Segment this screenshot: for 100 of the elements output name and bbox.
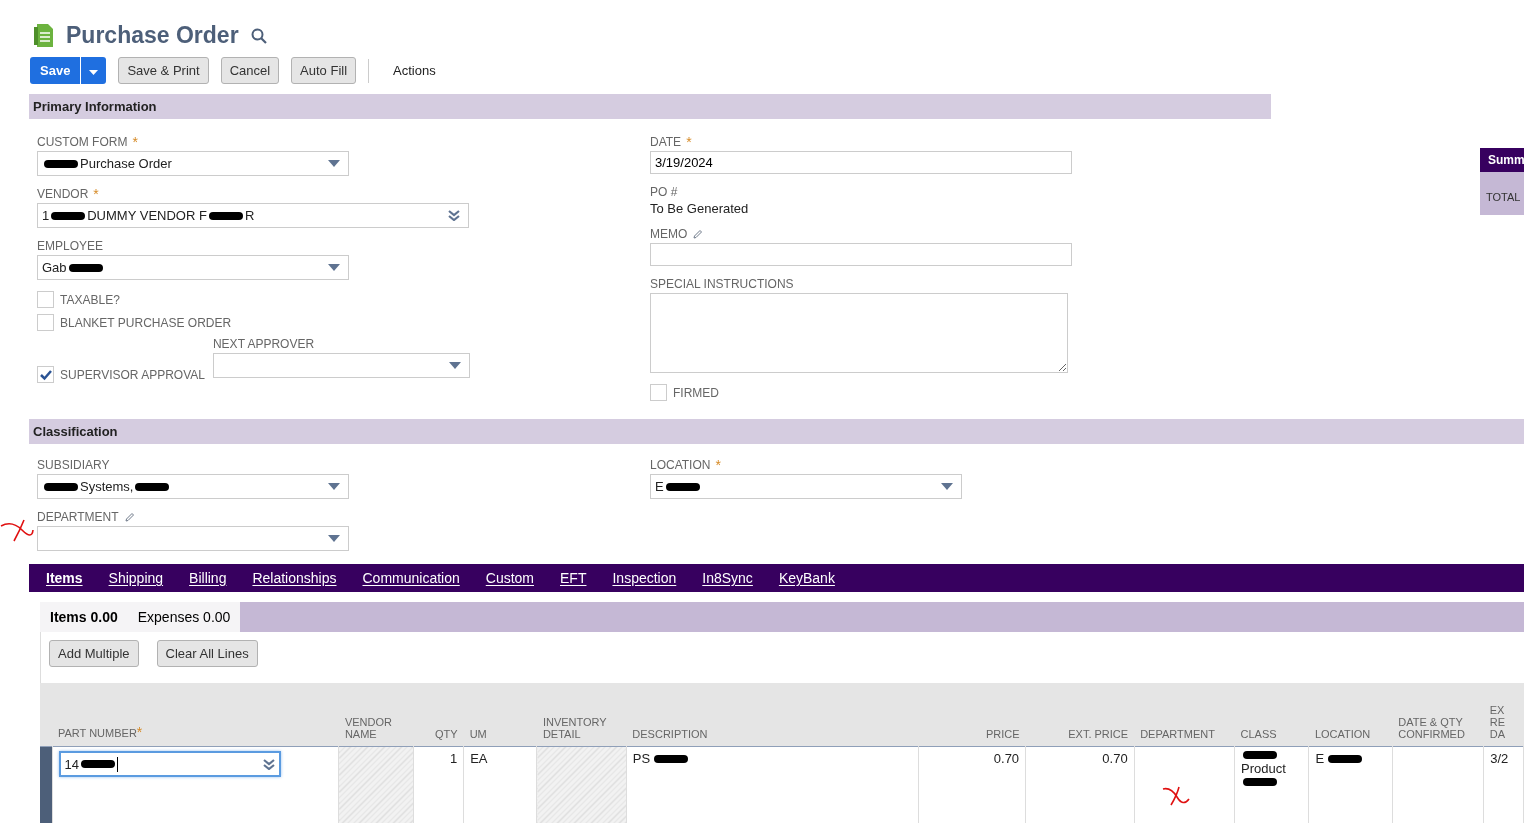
annotation-mark: [0, 518, 34, 542]
field-label: CUSTOM FORM: [37, 135, 128, 149]
field-value: Product: [1241, 761, 1286, 776]
checkbox[interactable]: [650, 384, 667, 401]
required-mark: *: [715, 457, 721, 473]
checkbox-label: FIRMED: [673, 385, 719, 400]
tab[interactable]: KeyBank: [765, 564, 848, 592]
dropdown-caret-icon: [328, 535, 340, 542]
column-header: PRICE: [986, 728, 1020, 740]
text-field[interactable]: 3/19/2024: [650, 151, 1072, 174]
tab[interactable]: Communication: [349, 564, 473, 592]
redaction-mark: [208, 211, 243, 220]
redaction-mark: [665, 482, 700, 491]
field-value: 0.70: [1102, 751, 1128, 766]
field-value: Gab: [42, 260, 67, 275]
field-value: 1: [449, 751, 458, 766]
document-icon: [34, 23, 54, 48]
checkbox-label: TAXABLE?: [60, 292, 120, 307]
tab[interactable]: Shipping: [95, 564, 177, 592]
section-header: Primary Information: [29, 94, 1271, 119]
column-header: INVENTORY DETAIL: [542, 716, 607, 740]
line-button[interactable]: Clear All Lines: [156, 640, 258, 667]
tab[interactable]: Relationships: [239, 564, 350, 592]
redaction-mark: [135, 482, 170, 491]
redaction-mark: [44, 482, 78, 491]
required-mark: *: [686, 134, 692, 150]
redaction-mark: [1243, 751, 1278, 759]
dropdown-field[interactable]: E: [650, 474, 962, 499]
field-label: NEXT APPROVER: [212, 337, 315, 351]
dropdown-field[interactable]: [212, 353, 470, 378]
field-value: To Be Generated: [650, 201, 749, 216]
dropdown-field[interactable]: [37, 526, 349, 551]
redaction-mark: [654, 754, 689, 763]
section-header: Classification: [29, 419, 1524, 444]
column-header: CLASS: [1240, 728, 1277, 740]
field-value: R: [244, 208, 255, 223]
dropdown-field[interactable]: Purchase Order: [37, 151, 349, 176]
toolbar-button[interactable]: Auto Fill: [291, 57, 357, 84]
dropdown-field[interactable]: 1 DUMMY VENDOR F R: [37, 203, 469, 228]
field-value: EA: [470, 751, 488, 766]
field-label: LOCATION: [650, 458, 711, 472]
redaction-mark: [80, 760, 115, 768]
subtab[interactable]: Items 0.00: [40, 602, 128, 632]
field-value: 1: [42, 208, 50, 223]
subtab[interactable]: Expenses 0.00: [127, 602, 241, 632]
field-value: 14: [64, 756, 79, 772]
toolbar-button[interactable]: Cancel: [220, 57, 280, 84]
save-button[interactable]: Save: [30, 57, 81, 84]
column-header: DEPARTMENT: [1140, 728, 1215, 740]
actions-menu[interactable]: Actions: [393, 63, 436, 78]
field-label: DEPARTMENT: [37, 510, 119, 524]
dropdown-caret-icon: [328, 160, 340, 167]
toolbar-button[interactable]: Save & Print: [118, 57, 209, 84]
required-mark: *: [136, 724, 143, 740]
field-value: PS: [632, 751, 651, 766]
field-value: Purchase Order: [80, 156, 172, 171]
field-value: 3/2: [1490, 751, 1509, 766]
column-header: VENDOR NAME: [344, 716, 392, 740]
dropdown-field[interactable]: Systems,: [37, 474, 349, 499]
page-title: Purchase Order: [66, 22, 239, 49]
text-field[interactable]: [650, 243, 1072, 266]
redaction-mark: [1243, 778, 1278, 786]
column-header: QTY: [435, 728, 458, 740]
tab[interactable]: Items: [33, 564, 96, 592]
field-label: DATE: [650, 135, 682, 149]
tab[interactable]: Billing: [176, 564, 240, 592]
part-number-field[interactable]: 14: [58, 751, 281, 777]
summary-row: TOTAL: [1480, 172, 1524, 215]
double-chevron-icon: [262, 758, 275, 770]
tab[interactable]: Custom: [472, 564, 547, 592]
required-mark: *: [93, 186, 99, 202]
line-button[interactable]: Add Multiple: [49, 640, 139, 667]
dropdown-caret-icon: [328, 264, 340, 271]
text-area[interactable]: [650, 293, 1068, 373]
field-value: DUMMY VENDOR F: [87, 208, 207, 223]
pencil-icon[interactable]: [692, 228, 704, 240]
column-header: EXT. PRICE: [1068, 728, 1129, 740]
tab[interactable]: EFT: [547, 564, 600, 592]
redaction-mark: [1328, 754, 1363, 763]
field-label: VENDOR: [37, 187, 89, 201]
dropdown-caret-icon: [941, 483, 953, 490]
field-label: MEMO: [650, 227, 688, 241]
dropdown-field[interactable]: Gab: [37, 255, 349, 280]
field-label: SPECIAL INSTRUCTIONS: [650, 277, 794, 291]
field-value: E: [655, 479, 664, 494]
checkbox[interactable]: [37, 291, 54, 308]
column-header: PART NUMBER: [58, 727, 137, 739]
dropdown-caret-icon: [448, 362, 461, 369]
column-header: DATE & QTY CONFIRMED: [1398, 716, 1465, 740]
summary-title: Summ: [1480, 148, 1524, 172]
tab[interactable]: In8Sync: [689, 564, 766, 592]
checkbox[interactable]: [37, 366, 54, 383]
checkbox[interactable]: [37, 314, 54, 331]
search-icon[interactable]: [250, 27, 267, 44]
field-label: PO #: [650, 185, 678, 199]
tab[interactable]: Inspection: [599, 564, 690, 592]
pencil-icon[interactable]: [123, 511, 135, 523]
checkbox-label: BLANKET PURCHASE ORDER: [60, 315, 232, 330]
dropdown-button[interactable]: [81, 57, 107, 84]
redaction-mark: [44, 159, 78, 168]
